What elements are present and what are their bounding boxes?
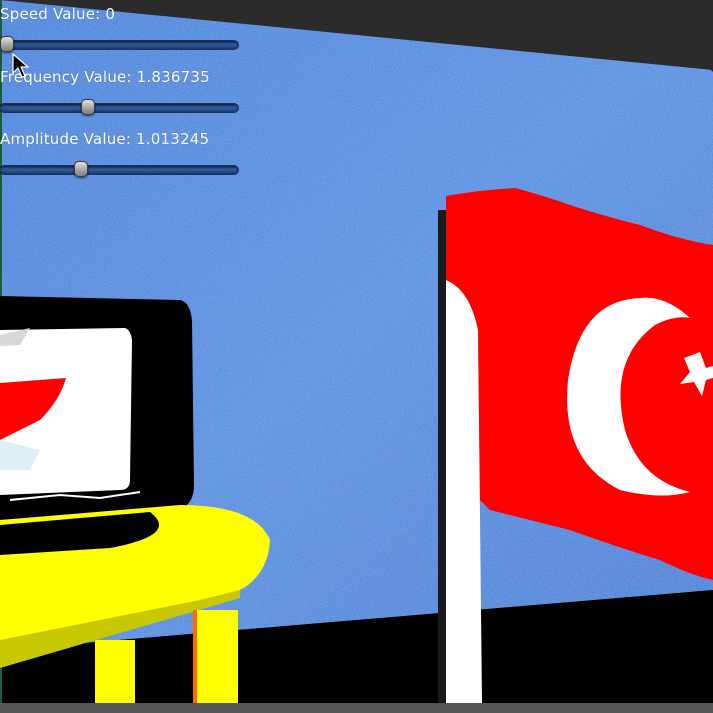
amplitude-slider[interactable] [0,161,238,177]
speed-slider-thumb[interactable] [0,36,15,52]
slider-panel: Speed Value: 0 Frequency Value: 1.836735… [0,0,260,190]
frequency-slider[interactable] [0,99,238,115]
mouse-pointer-icon [12,53,30,78]
frequency-slider-thumb[interactable] [81,99,96,115]
amplitude-slider-thumb[interactable] [73,161,88,177]
3d-viewport[interactable]: Speed Value: 0 Frequency Value: 1.836735… [0,0,713,713]
tv-set [0,296,194,520]
speed-label: Speed Value: 0 [0,5,116,23]
amplitude-label: Amplitude Value: 1.013245 [0,130,210,148]
bottom-status-bar [0,703,713,713]
speed-slider[interactable] [0,36,238,52]
